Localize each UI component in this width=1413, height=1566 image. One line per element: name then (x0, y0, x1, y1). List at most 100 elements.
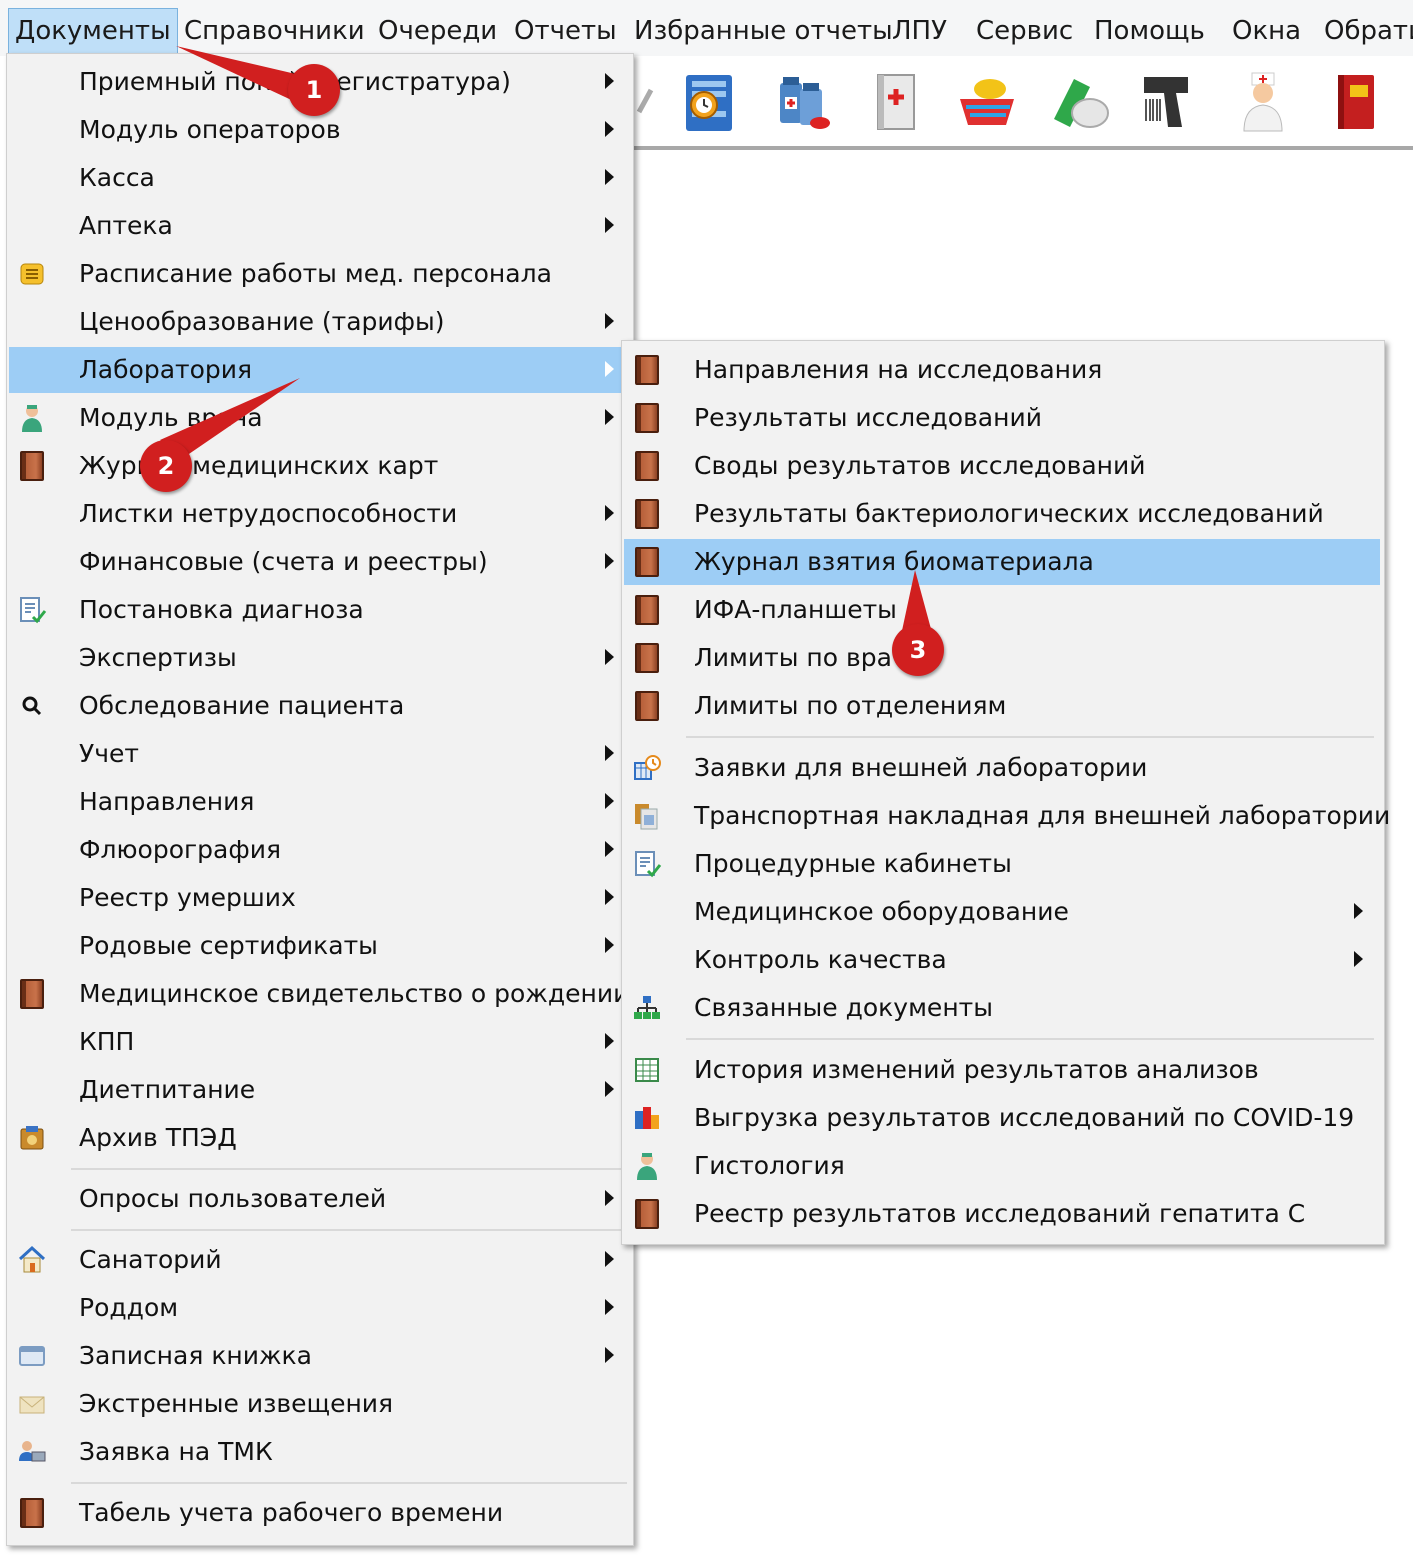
menu-item-patient-examination[interactable]: Обследование пациента (9, 683, 631, 729)
menu-item-label: Журнал взятия биоматериала (694, 547, 1094, 576)
submenu-item-elisa-plates[interactable]: ИФА-планшеты (624, 587, 1380, 633)
menu-item-pricing[interactable]: Ценообразование (тарифы) (9, 299, 631, 345)
book-icon (20, 1498, 44, 1528)
menu-item-death-registry[interactable]: Реестр умерших (9, 875, 631, 921)
doctor-icon (17, 403, 47, 433)
menu-item-referrals[interactable]: Направления (9, 779, 631, 825)
barcode-scanner-icon[interactable] (1133, 64, 1205, 140)
menu-item-label: Лаборатория (79, 355, 253, 384)
menu-item-timesheet[interactable]: Табель учета рабочего времени (9, 1490, 631, 1536)
menu-item-medical-birth-certificate[interactable]: Медицинское свидетельство о рождении (9, 971, 631, 1017)
laboratory-submenu: Направления на исследования Результаты и… (621, 340, 1390, 1245)
menu-reports[interactable]: Отчеты (508, 8, 623, 54)
book-icon (635, 547, 659, 577)
menu-item-maternity[interactable]: Роддом (9, 1285, 631, 1331)
submenu-item-doctor-limits[interactable]: Лимиты по врачам (624, 635, 1380, 681)
submenu-item-research-referrals[interactable]: Направления на исследования (624, 347, 1380, 393)
submenu-item-histology[interactable]: Гистология (624, 1143, 1380, 1189)
menu-lpu[interactable]: ЛПУ (886, 8, 953, 54)
menu-item-birth-certificates[interactable]: Родовые сертификаты (9, 923, 631, 969)
menu-item-emergency-notices[interactable]: Экстренные извещения (9, 1381, 631, 1427)
menu-item-label: Медицинское оборудование (694, 897, 1069, 926)
menu-item-doctor-module[interactable]: Модуль врача (9, 395, 631, 441)
menu-item-label: Листки нетрудоспособности (79, 499, 458, 528)
submenu-arrow-icon (605, 1299, 614, 1315)
menu-item-label: Транспортная накладная для внешней лабор… (694, 801, 1391, 830)
menu-item-staff-schedule[interactable]: Расписание работы мед. персонала (9, 251, 631, 297)
menu-item-label: Записная книжка (79, 1341, 312, 1370)
submenu-arrow-icon (605, 745, 614, 761)
menu-separator (686, 736, 1374, 738)
checklist-icon (17, 595, 47, 625)
submenu-item-bacteriology-results[interactable]: Результаты бактериологических исследован… (624, 491, 1380, 537)
submenu-item-linked-documents[interactable]: Связанные документы (624, 985, 1380, 1031)
menu-item-sanatorium[interactable]: Санаторий (9, 1237, 631, 1283)
menu-separator (686, 1038, 1374, 1040)
envelope-icon (17, 1389, 47, 1419)
menu-item-label: Финансовые (счета и реестры) (79, 547, 488, 576)
menu-item-label: Обследование пациента (79, 691, 405, 720)
menu-item-sick-leave[interactable]: Листки нетрудоспособности (9, 491, 631, 537)
menu-item-notebook[interactable]: Записная книжка (9, 1333, 631, 1379)
menu-item-label: Выгрузка результатов исследований по COV… (694, 1103, 1355, 1132)
submenu-item-external-lab-requests[interactable]: Заявки для внешней лаборатории (624, 745, 1380, 791)
menu-references[interactable]: Справочники (178, 8, 371, 54)
menu-item-medical-records-journal[interactable]: Журнал медицинских карт (9, 443, 631, 489)
menu-item-laboratory[interactable]: Лаборатория (9, 347, 631, 393)
menu-help[interactable]: Помощь (1088, 8, 1211, 54)
menu-windows[interactable]: Окна (1226, 8, 1307, 54)
medical-book-icon[interactable] (859, 64, 931, 140)
submenu-item-medical-equipment[interactable]: Медицинское оборудование (624, 889, 1380, 935)
menu-queues[interactable]: Очереди (372, 8, 503, 54)
menu-item-label: Заявки для внешней лаборатории (694, 753, 1148, 782)
menu-item-checkpoint[interactable]: КПП (9, 1019, 631, 1065)
callout-badge-2: 2 (140, 440, 192, 492)
nurse-icon[interactable] (1227, 64, 1299, 140)
menu-item-diet[interactable]: Диетпитание (9, 1067, 631, 1113)
menu-item-label: Экстренные извещения (79, 1389, 394, 1418)
menu-item-label: Модуль врача (79, 403, 263, 432)
submenu-item-results-summaries[interactable]: Своды результатов исследований (624, 443, 1380, 489)
menu-item-diagnosis[interactable]: Постановка диагноза (9, 587, 631, 633)
submenu-arrow-icon (605, 889, 614, 905)
checklist-icon (632, 849, 662, 879)
menu-item-label: Процедурные кабинеты (694, 849, 1012, 878)
menu-item-label: Лимиты по отделениям (694, 691, 1007, 720)
submenu-item-procedure-rooms[interactable]: Процедурные кабинеты (624, 841, 1380, 887)
submenu-item-results-change-history[interactable]: История изменений результатов анализов (624, 1047, 1380, 1093)
submenu-item-transport-waybill[interactable]: Транспортная накладная для внешней лабор… (624, 793, 1390, 839)
schedule-clock-icon[interactable] (673, 64, 745, 140)
notebook-icon (17, 1341, 47, 1371)
menu-item-tped-archive[interactable]: Архив ТПЭД (9, 1115, 631, 1161)
menu-item-expertise[interactable]: Экспертизы (9, 635, 631, 681)
menu-item-user-surveys[interactable]: Опросы пользователей (9, 1176, 631, 1222)
menu-item-label: Аптека (79, 211, 173, 240)
menu-item-fluorography[interactable]: Флюорография (9, 827, 631, 873)
menu-item-cashier[interactable]: Касса (9, 155, 631, 201)
submenu-item-hepatitis-c-registry[interactable]: Реестр результатов исследований гепатита… (624, 1191, 1380, 1237)
book-icon (635, 595, 659, 625)
submenu-item-research-results[interactable]: Результаты исследований (624, 395, 1380, 441)
medicine-bottles-icon[interactable] (767, 64, 839, 140)
toolbar-partial-icon[interactable] (633, 64, 661, 140)
basket-pills-icon[interactable] (951, 64, 1023, 140)
menu-documents[interactable]: Документы (8, 8, 178, 54)
submenu-item-biomaterial-journal[interactable]: Журнал взятия биоматериала (624, 539, 1380, 585)
menu-item-label: Медицинское свидетельство о рождении (79, 979, 630, 1008)
pills-icon[interactable] (1043, 64, 1115, 140)
submenu-item-quality-control[interactable]: Контроль качества (624, 937, 1380, 983)
menu-item-finance[interactable]: Финансовые (счета и реестры) (9, 539, 631, 585)
menu-feedback[interactable]: Обрати (1318, 8, 1413, 54)
menu-item-label: ИФА-планшеты (694, 595, 897, 624)
menu-favorite-reports[interactable]: Избранные отчеты (628, 8, 899, 54)
book-icon (635, 355, 659, 385)
submenu-item-covid-export[interactable]: Выгрузка результатов исследований по COV… (624, 1095, 1380, 1141)
submenu-arrow-icon (605, 169, 614, 185)
red-document-icon[interactable] (1319, 64, 1391, 140)
menu-service[interactable]: Сервис (970, 8, 1079, 54)
menu-item-pharmacy[interactable]: Аптека (9, 203, 631, 249)
menu-item-tmk-request[interactable]: Заявка на ТМК (9, 1429, 631, 1475)
menu-item-accounting[interactable]: Учет (9, 731, 631, 777)
book-icon (635, 451, 659, 481)
submenu-item-department-limits[interactable]: Лимиты по отделениям (624, 683, 1380, 729)
